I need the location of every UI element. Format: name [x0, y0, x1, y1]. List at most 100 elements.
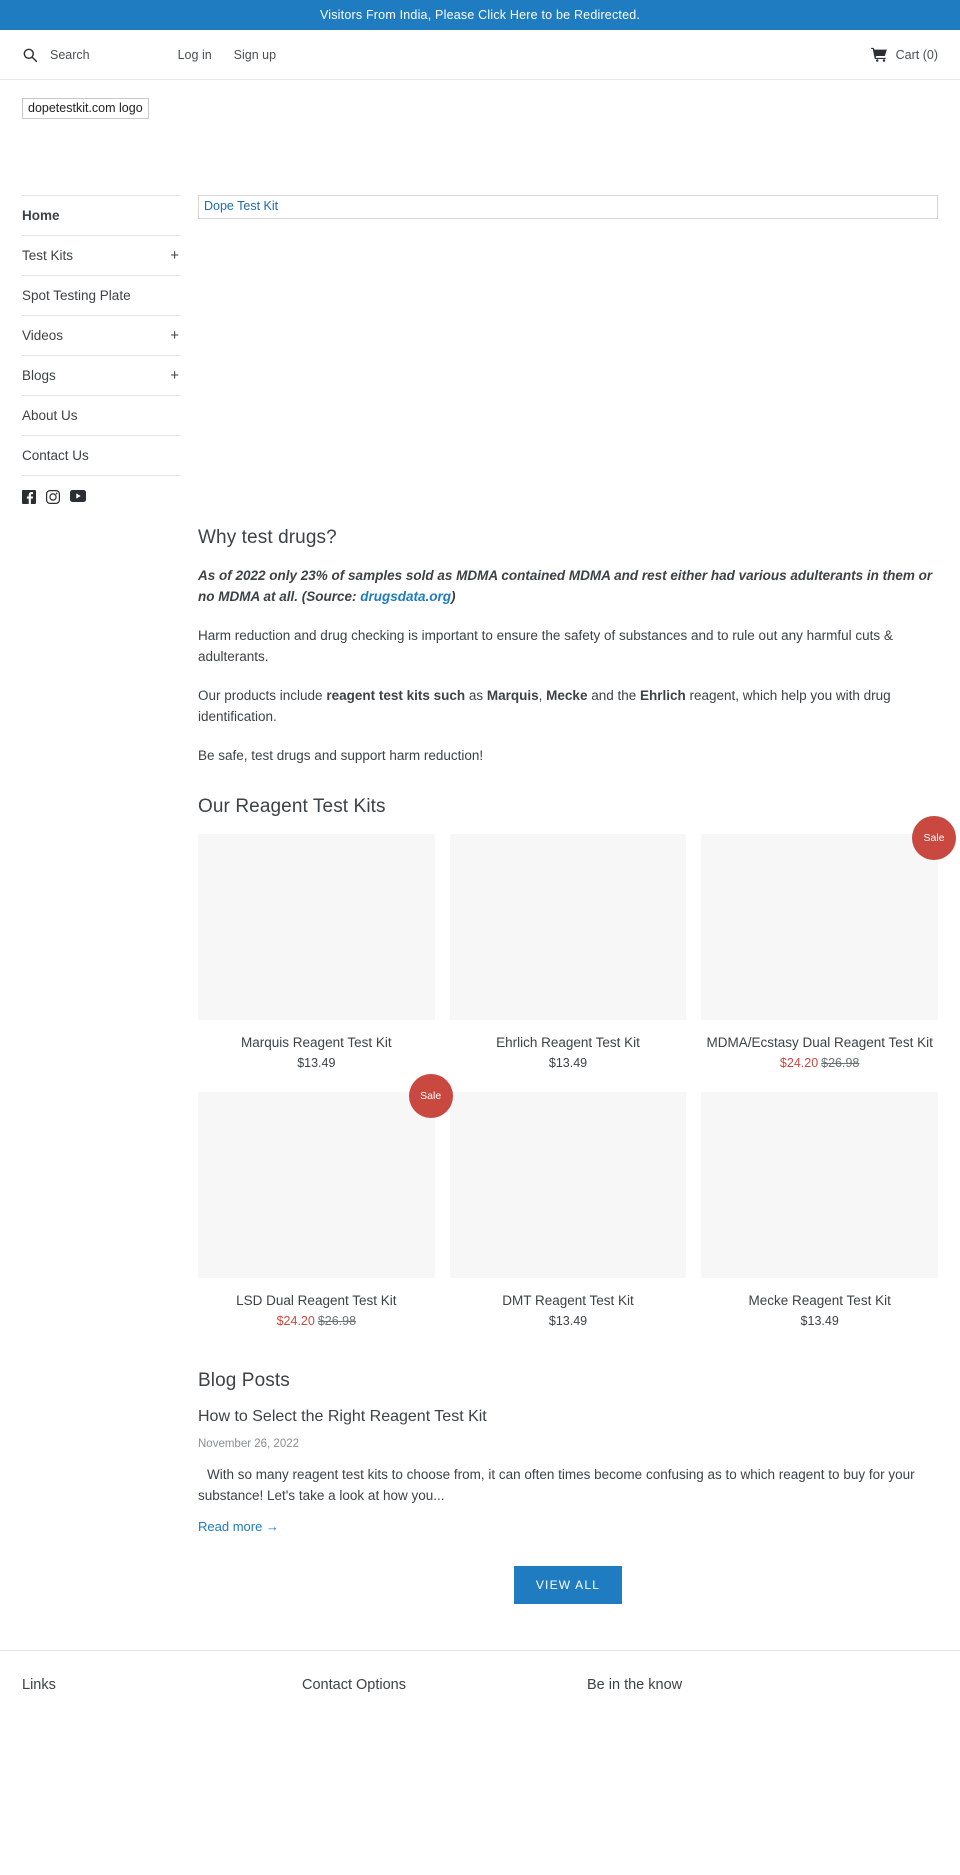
product-card[interactable]: DMT Reagent Test Kit $13.49: [449, 1092, 687, 1328]
view-all-button[interactable]: VIEW ALL: [513, 1566, 623, 1604]
footer-contact-heading: Contact Options: [302, 1677, 406, 1693]
blog-section: Blog Posts How to Select the Right Reage…: [198, 1370, 938, 1604]
product-card[interactable]: Mecke Reagent Test Kit $13.49: [701, 1092, 938, 1328]
product-price: $13.49: [198, 1056, 435, 1070]
lead-text-after: ): [451, 589, 456, 604]
sidebar-item-label: Contact Us: [22, 448, 89, 463]
p3-reagent-bold: reagent test kits such: [326, 688, 466, 703]
facebook-icon[interactable]: [22, 490, 36, 504]
product-price: $13.49: [450, 1314, 687, 1328]
hero-banner-image[interactable]: Dope Test Kit: [198, 195, 938, 219]
auth-links: Log in Sign up: [178, 48, 276, 62]
search-control[interactable]: Search: [22, 47, 90, 63]
sidebar-item-label: Blogs: [22, 368, 56, 383]
product-title[interactable]: MDMA/Ecstasy Dual Reagent Test Kit: [701, 1033, 938, 1052]
sidebar-item-test-kits[interactable]: Test Kits +: [22, 236, 181, 276]
why-section-heading: Why test drugs?: [198, 527, 337, 548]
expand-plus-icon[interactable]: +: [170, 248, 179, 263]
instagram-icon[interactable]: [46, 490, 60, 504]
p3-marquis-bold: Marquis: [486, 688, 539, 703]
product-image[interactable]: Sale: [701, 816, 956, 1020]
product-title[interactable]: Mecke Reagent Test Kit: [701, 1291, 938, 1310]
sidebar-item-label: Test Kits: [22, 248, 74, 263]
price-current: $13.49: [548, 1056, 588, 1070]
main-content: Dope Test Kit Why test drugs? As of 2022…: [181, 195, 956, 1604]
view-all-wrapper: VIEW ALL: [198, 1566, 938, 1604]
expand-plus-icon[interactable]: +: [170, 368, 179, 383]
product-card[interactable]: Marquis Reagent Test Kit $13.49: [198, 834, 435, 1070]
sidebar: Home Test Kits + Spot Testing Plate Vide…: [22, 195, 181, 1604]
products-section: Our Reagent Test Kits Marquis Reagent Te…: [198, 796, 956, 1328]
logo-area: dopetestkit.com logo: [0, 80, 960, 119]
p3-ehrlich-bold: Ehrlich: [640, 688, 686, 703]
site-logo[interactable]: dopetestkit.com logo: [22, 98, 149, 119]
product-card[interactable]: Ehrlich Reagent Test Kit $13.49: [449, 834, 687, 1070]
search-icon[interactable]: [22, 47, 38, 63]
product-price: $24.20 $26.98: [198, 1314, 435, 1328]
announcement-text[interactable]: Visitors From India, Please Click Here t…: [320, 8, 640, 22]
sidebar-item-about-us[interactable]: About Us: [22, 396, 181, 436]
cart-icon[interactable]: [870, 47, 888, 62]
price-current: $24.20: [276, 1314, 315, 1328]
sidebar-item-home[interactable]: Home: [22, 196, 181, 236]
blog-post-excerpt: With so many reagent test kits to choose…: [198, 1467, 915, 1503]
products-section-heading: Our Reagent Test Kits: [198, 796, 386, 817]
read-more-link[interactable]: Read more →: [198, 1519, 279, 1534]
sidebar-item-spot-testing-plate[interactable]: Spot Testing Plate: [22, 276, 181, 316]
sidebar-item-label: About Us: [22, 408, 78, 423]
blog-post-title[interactable]: How to Select the Right Reagent Test Kit: [198, 1408, 938, 1426]
expand-plus-icon[interactable]: +: [170, 328, 179, 343]
product-image[interactable]: Sale: [198, 1074, 453, 1278]
cart-control[interactable]: Cart (0): [870, 47, 938, 62]
cart-label[interactable]: Cart (0): [896, 48, 938, 62]
search-label[interactable]: Search: [50, 48, 90, 62]
product-image[interactable]: [449, 834, 687, 1020]
sidebar-nav: Home Test Kits + Spot Testing Plate Vide…: [22, 195, 181, 476]
why-paragraph-2: Harm reduction and drug checking is impo…: [198, 628, 893, 664]
sidebar-item-blogs[interactable]: Blogs +: [22, 356, 181, 396]
why-test-drugs-section: Why test drugs? As of 2022 only 23% of s…: [198, 527, 938, 766]
why-paragraph-4: Be safe, test drugs and support harm red…: [198, 748, 484, 763]
utility-bar-left: Search Log in Sign up: [22, 47, 276, 63]
signup-link[interactable]: Sign up: [234, 48, 276, 62]
page-layout: Home Test Kits + Spot Testing Plate Vide…: [0, 195, 960, 1604]
product-image[interactable]: [701, 1092, 938, 1278]
product-card[interactable]: Sale LSD Dual Reagent Test Kit $24.20 $26…: [198, 1074, 453, 1328]
price-compare-at: $26.98: [317, 1314, 357, 1328]
sidebar-item-contact-us[interactable]: Contact Us: [22, 436, 181, 476]
announcement-bar[interactable]: Visitors From India, Please Click Here t…: [0, 0, 960, 30]
product-title[interactable]: Ehrlich Reagent Test Kit: [450, 1033, 687, 1052]
p3-a: Our products include: [198, 688, 327, 703]
p3-mecke-bold: Mecke: [546, 688, 588, 703]
login-link[interactable]: Log in: [178, 48, 212, 62]
sidebar-item-videos[interactable]: Videos +: [22, 316, 181, 356]
price-current: $13.49: [297, 1056, 336, 1070]
blog-section-heading: Blog Posts: [198, 1370, 290, 1391]
blog-post-date: November 26, 2022: [198, 1438, 300, 1450]
product-title[interactable]: Marquis Reagent Test Kit: [198, 1033, 435, 1052]
sale-badge: Sale: [408, 1074, 453, 1118]
drugsdata-link[interactable]: drugsdata.org: [360, 589, 451, 604]
footer-links-heading: Links: [22, 1677, 56, 1693]
social-links: [22, 476, 181, 504]
product-price: $24.20 $26.98: [701, 1056, 938, 1070]
lead-text-before: As of 2022 only 23% of samples sold as M…: [198, 568, 933, 604]
sidebar-item-label: Home: [22, 208, 60, 223]
product-card[interactable]: Sale MDMA/Ecstasy Dual Reagent Test Kit …: [701, 816, 956, 1070]
product-title[interactable]: DMT Reagent Test Kit: [450, 1291, 687, 1310]
price-current: $24.20: [779, 1056, 819, 1070]
why-lead-paragraph: As of 2022 only 23% of samples sold as M…: [198, 565, 938, 607]
sidebar-item-label: Spot Testing Plate: [22, 288, 131, 303]
price-current: $13.49: [800, 1314, 839, 1328]
price-current: $13.49: [548, 1314, 588, 1328]
p3-g: and the: [587, 688, 640, 703]
site-footer: Links Contact Options Be in the know: [0, 1650, 960, 1693]
product-title[interactable]: LSD Dual Reagent Test Kit: [198, 1291, 435, 1310]
sidebar-item-label: Videos: [22, 328, 64, 343]
utility-bar: Search Log in Sign up Cart (0): [0, 30, 960, 80]
why-paragraph-3: Our products include reagent test kits s…: [198, 685, 938, 727]
youtube-icon[interactable]: [70, 490, 86, 504]
product-grid: Marquis Reagent Test Kit $13.49 Ehrlich …: [198, 816, 956, 1328]
product-image[interactable]: [449, 1092, 687, 1278]
product-image[interactable]: [198, 834, 435, 1020]
